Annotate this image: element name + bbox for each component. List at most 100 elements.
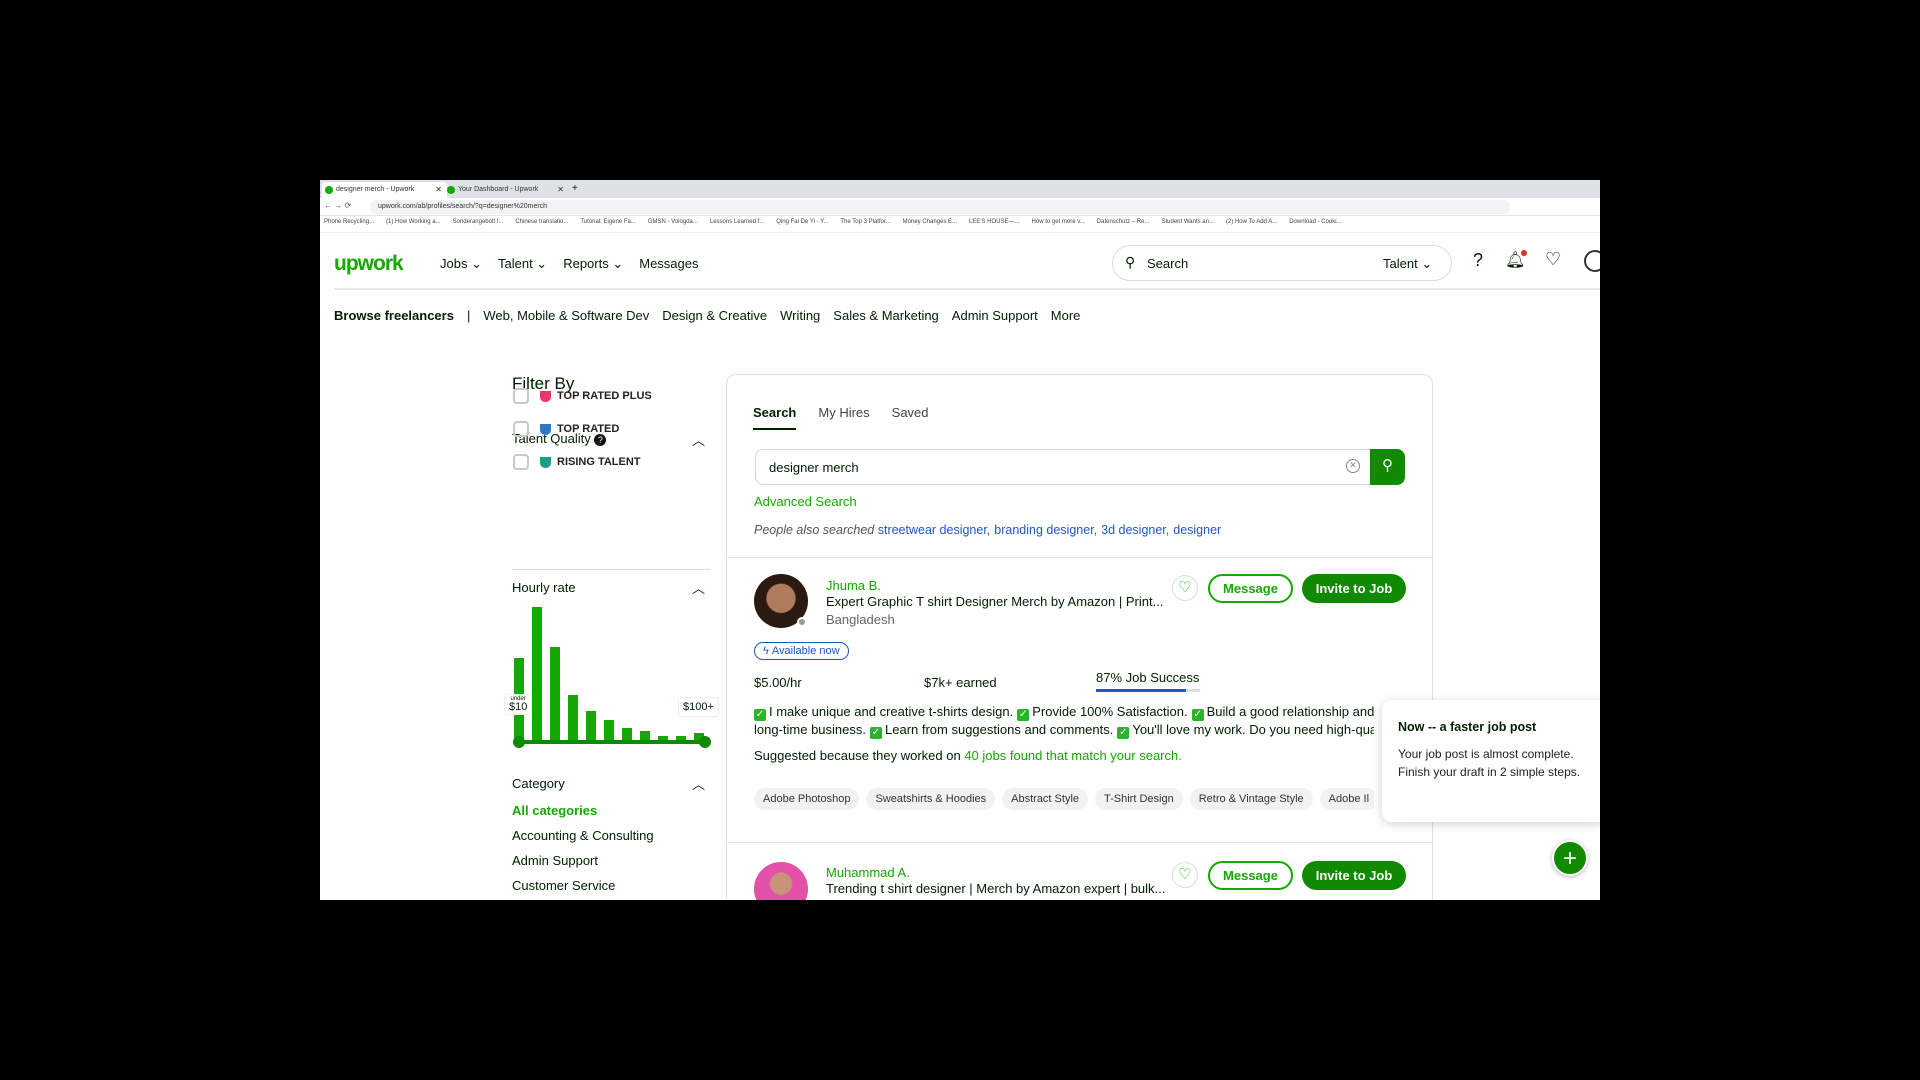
skill-tag[interactable]: T-Shirt Design bbox=[1095, 788, 1183, 810]
bookmark-item[interactable]: Lessons Learned f... bbox=[710, 219, 764, 225]
nav-messages[interactable]: Messages bbox=[639, 256, 698, 272]
job-success-fill bbox=[1096, 689, 1187, 692]
freelancer-title[interactable]: Trending t shirt designer | Merch by Ama… bbox=[826, 881, 1165, 896]
header-search[interactable]: ⚲ Search Talent ⌄ bbox=[1112, 245, 1452, 281]
also-searched-link[interactable]: designer bbox=[1173, 523, 1221, 537]
back-forward-reload-icons[interactable]: ← → ⟳ bbox=[324, 201, 351, 210]
talent-quality-checkbox[interactable] bbox=[513, 454, 529, 470]
freelancer-name[interactable]: Jhuma B. bbox=[826, 578, 881, 593]
saved-heart-icon[interactable]: ♡ bbox=[1545, 249, 1561, 270]
message-button[interactable]: Message bbox=[1208, 574, 1293, 603]
description-text: Build a good relationship and bbox=[1206, 704, 1374, 719]
category-item[interactable]: Customer Service bbox=[512, 878, 654, 893]
save-freelancer-heart-icon[interactable]: ♡ bbox=[1172, 575, 1198, 601]
account-avatar-icon[interactable] bbox=[1584, 250, 1600, 272]
talent-quality-option-label[interactable]: TOP RATED bbox=[557, 423, 619, 435]
bookmark-item[interactable]: Money Changes E... bbox=[903, 219, 957, 225]
total-earned: $7k+ earned bbox=[924, 675, 997, 690]
freelancer-name[interactable]: Muhammad A. bbox=[826, 865, 910, 880]
tab-my-hires[interactable]: My Hires bbox=[818, 405, 869, 430]
rate-slider-track[interactable] bbox=[516, 740, 708, 744]
main-nav: Jobs ⌄ Talent ⌄ Reports ⌄ Messages bbox=[440, 256, 699, 272]
subnav-item[interactable]: Browse freelancers bbox=[334, 308, 454, 323]
skill-tag[interactable]: Abstract Style bbox=[1002, 788, 1088, 810]
talent-quality-checkbox[interactable] bbox=[513, 388, 529, 404]
help-icon[interactable]: ? bbox=[1473, 250, 1483, 271]
category-item[interactable]: Admin Support bbox=[512, 853, 654, 868]
clear-search-icon[interactable]: ✕ bbox=[1346, 459, 1360, 473]
subnav-item[interactable]: Sales & Marketing bbox=[833, 308, 939, 323]
category-item[interactable]: All categories bbox=[512, 803, 654, 818]
rate-slider-min-handle[interactable] bbox=[513, 736, 525, 748]
histogram-bar bbox=[586, 710, 596, 740]
skill-tag[interactable]: Sweatshirts & Hoodies bbox=[866, 788, 996, 810]
nav-talent[interactable]: Talent ⌄ bbox=[498, 256, 547, 272]
bookmark-item[interactable]: Datenschutz – Re... bbox=[1097, 219, 1150, 225]
histogram-bar bbox=[604, 720, 614, 740]
search-scope-dropdown[interactable]: Talent ⌄ bbox=[1383, 256, 1432, 272]
bookmark-item[interactable]: Chinese translatio... bbox=[515, 219, 568, 225]
freelancer-avatar[interactable] bbox=[754, 574, 808, 628]
category-item[interactable]: Accounting & Consulting bbox=[512, 828, 654, 843]
bookmark-item[interactable]: Student Wants an... bbox=[1161, 219, 1213, 225]
close-tab-icon[interactable]: ✕ bbox=[435, 185, 442, 194]
also-searched-link[interactable]: streetwear designer, bbox=[878, 523, 991, 537]
job-success-bar bbox=[1096, 689, 1200, 692]
checkmark-icon: ✓ bbox=[1017, 709, 1030, 721]
skill-tag[interactable]: Adobe Photoshop bbox=[754, 788, 860, 810]
bookmark-item[interactable]: Download - Cooki... bbox=[1289, 219, 1341, 225]
save-freelancer-heart-icon[interactable]: ♡ bbox=[1172, 862, 1198, 888]
freelancer-title[interactable]: Expert Graphic T shirt Designer Merch by… bbox=[826, 594, 1163, 609]
subnav-item[interactable]: Admin Support bbox=[952, 308, 1038, 323]
description-text: Provide 100% Satisfaction. bbox=[1032, 704, 1188, 719]
bookmark-item[interactable]: Sonderangebot! l... bbox=[453, 219, 504, 225]
also-searched-link[interactable]: 3d designer, bbox=[1101, 523, 1169, 537]
bookmark-item[interactable]: (2) How To Add A... bbox=[1226, 219, 1277, 225]
help-icon[interactable]: ? bbox=[594, 434, 607, 446]
collapse-chevron-icon[interactable]: ︿ bbox=[692, 578, 705, 597]
browser-tab[interactable]: Your Dashboard - Upwork ✕ bbox=[444, 182, 569, 198]
invite-to-job-button[interactable]: Invite to Job bbox=[1302, 861, 1406, 890]
message-button[interactable]: Message bbox=[1208, 861, 1293, 890]
bookmark-item[interactable]: LEE'S HOUSE—... bbox=[969, 219, 1020, 225]
search-tabs: Search My Hires Saved bbox=[753, 405, 929, 430]
rate-slider-max-handle[interactable] bbox=[699, 736, 711, 748]
skill-tag[interactable]: Adobe Il bbox=[1319, 788, 1374, 810]
bookmark-item[interactable]: The Top 3 Platfor... bbox=[840, 219, 890, 225]
upwork-logo[interactable]: upwork bbox=[334, 252, 404, 276]
subnav-item[interactable]: Web, Mobile & Software Dev bbox=[483, 308, 649, 323]
collapse-chevron-icon[interactable]: ︿ bbox=[692, 430, 705, 449]
bookmark-item[interactable]: GMSN - Vologda... bbox=[648, 219, 698, 225]
nav-reports[interactable]: Reports ⌄ bbox=[563, 256, 623, 272]
invite-to-job-button[interactable]: Invite to Job bbox=[1302, 574, 1406, 603]
bookmark-item[interactable]: Phone Recycling... bbox=[324, 219, 374, 225]
bookmark-item[interactable]: (1) How Working a... bbox=[386, 219, 441, 225]
talent-quality-checkbox[interactable] bbox=[513, 421, 529, 437]
bookmark-item[interactable]: How to get more v... bbox=[1032, 219, 1085, 225]
upwork-favicon bbox=[447, 186, 455, 194]
close-tab-icon[interactable]: ✕ bbox=[557, 185, 564, 194]
subnav-item[interactable]: Writing bbox=[780, 308, 820, 323]
talent-search-input[interactable]: designer merch ✕ bbox=[755, 449, 1371, 485]
browser-tab-active[interactable]: designer merch - Upwork ✕ bbox=[322, 182, 447, 198]
tab-saved[interactable]: Saved bbox=[892, 405, 929, 430]
advanced-search-link[interactable]: Advanced Search bbox=[754, 494, 857, 509]
nav-jobs[interactable]: Jobs ⌄ bbox=[440, 256, 482, 272]
skill-tag[interactable]: Retro & Vintage Style bbox=[1189, 788, 1313, 810]
subnav-item[interactable]: More bbox=[1051, 308, 1081, 323]
talent-quality-option-label[interactable]: TOP RATED PLUS bbox=[557, 390, 652, 402]
new-job-post-plus-button[interactable]: + bbox=[1552, 840, 1588, 876]
new-tab-button[interactable]: + bbox=[572, 183, 578, 194]
talent-quality-option-label[interactable]: RISING TALENT bbox=[557, 456, 641, 468]
also-searched-link[interactable]: branding designer, bbox=[994, 523, 1097, 537]
tab-search[interactable]: Search bbox=[753, 405, 797, 430]
divider bbox=[727, 557, 1432, 558]
matching-jobs-link[interactable]: 40 jobs found that match your search. bbox=[964, 748, 1182, 763]
search-submit-button[interactable]: ⚲ bbox=[1370, 449, 1405, 485]
collapse-chevron-icon[interactable]: ︿ bbox=[692, 774, 705, 793]
subnav-item[interactable]: Design & Creative bbox=[662, 308, 767, 323]
notifications-bell-icon[interactable]: 🔔︎ bbox=[1505, 250, 1528, 270]
url-field[interactable]: upwork.com/ab/profiles/search/?q=designe… bbox=[370, 200, 1510, 214]
bookmark-item[interactable]: Qing Fai De Yi - Y... bbox=[776, 219, 828, 225]
bookmark-item[interactable]: Tutorial: Eigene Fa... bbox=[580, 219, 635, 225]
